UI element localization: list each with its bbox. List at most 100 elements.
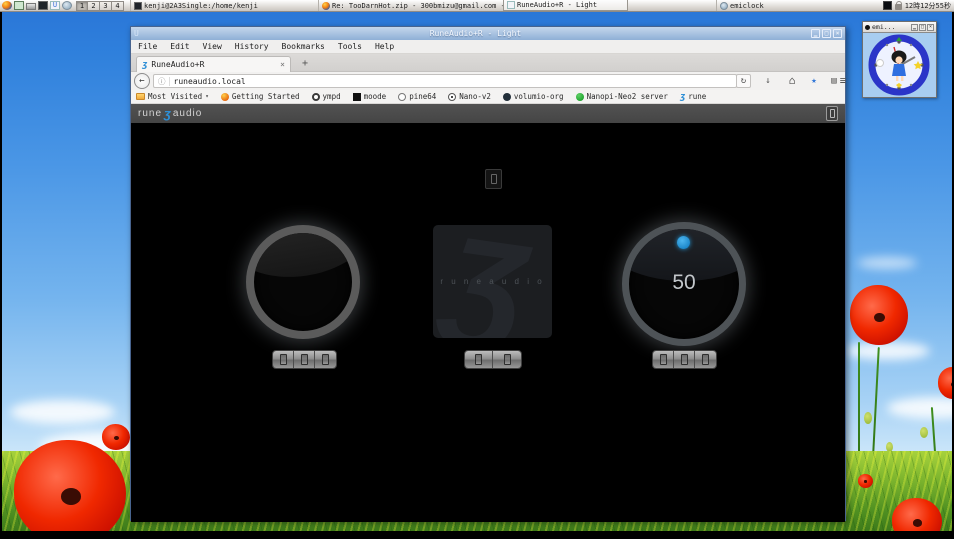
next-button[interactable] [493,351,521,368]
terminal-launcher-icon[interactable] [38,1,48,10]
next-icon [504,354,511,365]
volume-down-button[interactable] [653,351,674,368]
menu-file[interactable]: File [138,42,157,51]
cloud [857,257,917,269]
brand-audio: audio [173,108,202,119]
images-launcher-icon[interactable] [14,1,24,10]
folder-icon [136,93,145,100]
close-button[interactable]: × [833,29,842,38]
seek-knob[interactable] [246,225,360,339]
menu-bar: File Edit View History Bookmarks Tools H… [131,40,845,54]
workspace-1[interactable]: 1 [76,1,88,11]
pine64-icon [398,93,406,101]
knob-gloss [246,225,360,287]
system-tray: 12時12分55秒 [883,1,954,11]
url-bar[interactable]: ⓘ runeaudio.local [153,74,737,88]
mute-button[interactable] [674,351,695,368]
mute-icon [681,354,688,365]
volume-down-icon [660,354,667,365]
poppy-bud [864,412,872,424]
repeat-button[interactable] [273,351,294,368]
task-runeaudio[interactable]: RuneAudio+R - Light [503,0,628,11]
top-toggle-button[interactable] [485,169,502,189]
download-icon[interactable]: ↓ [759,74,777,88]
screen: U 1 2 3 4 kenji@2A3Single:/home/kenji Re… [0,0,954,539]
bookmark-moode[interactable]: moode [353,92,387,101]
url-text[interactable]: runeaudio.local [174,77,246,86]
menu-edit[interactable]: Edit [170,42,189,51]
emiclock-title: emi... [872,23,895,31]
emiclock-titlebar[interactable]: emi... ▁ □ × [863,22,936,33]
album-art[interactable]: ʒ r u n e a u d i o [433,225,552,338]
previous-button[interactable] [465,351,493,368]
task-emiclock[interactable]: emiclock [716,0,802,11]
bookmark-rune[interactable]: ʒ rune [680,92,706,101]
back-button[interactable]: ← [134,73,150,89]
playback-mode-buttons [272,350,337,369]
workspace-4[interactable]: 4 [112,1,124,11]
new-tab-button[interactable]: + [297,57,313,71]
previous-icon [475,354,482,365]
bookmark-most-visited[interactable]: Most Visited ▾ [136,92,209,101]
moode-icon [353,93,361,101]
menu-view[interactable]: View [203,42,222,51]
bookmark-star-icon[interactable]: ★ [805,74,823,88]
tray-app-icon[interactable] [883,1,892,10]
globe-launcher-icon[interactable] [62,1,72,10]
bookmark-nanopi-neo2[interactable]: Nanopi-Neo2 server [576,92,668,101]
menu-history[interactable]: History [235,42,269,51]
track-buttons [464,350,522,369]
bookmark-getting-started[interactable]: Getting Started [221,92,300,101]
poppy-bud [920,427,928,438]
hamburger-menu-icon[interactable]: ≡ [834,74,852,88]
home-icon[interactable]: ⌂ [783,74,801,88]
volume-up-icon [702,354,709,365]
browser-launcher-icon[interactable]: U [50,1,60,10]
close-button[interactable]: × [927,24,934,31]
firefox-launcher-icon[interactable] [2,1,12,10]
volume-knob[interactable]: 50 [622,222,746,346]
window-icon: U [134,29,142,38]
menu-tools[interactable]: Tools [338,42,362,51]
site-info-icon[interactable]: ⓘ [154,76,169,87]
workspace-2[interactable]: 2 [88,1,100,11]
single-button[interactable] [315,351,336,368]
maximize-button[interactable]: □ [919,24,926,31]
browser-icon [507,1,515,9]
tab-bar: ʒ RuneAudio+R × + [131,54,845,72]
task-gmail[interactable]: Re: TooDarnHot.zip - 300bmizu@gmail.com … [318,0,503,11]
minimizer-launcher-icon[interactable] [26,3,36,10]
tab-runeaudio[interactable]: ʒ RuneAudio+R × [136,56,291,72]
bookmark-label: Nanopi-Neo2 server [587,92,668,101]
minimize-button[interactable]: ▁ [811,29,820,38]
bookmark-label: moode [364,92,387,101]
tab-close-icon[interactable]: × [280,60,285,69]
volume-up-button[interactable] [695,351,716,368]
bookmark-pine64[interactable]: pine64 [398,92,436,101]
ympd-icon [312,93,320,101]
bookmark-nano-v2[interactable]: Nano-v2 [448,92,491,101]
minimize-button[interactable]: ▁ [911,24,918,31]
random-button[interactable] [294,351,315,368]
volume-buttons [652,350,717,369]
taskbar: U 1 2 3 4 kenji@2A3Single:/home/kenji Re… [0,0,954,12]
poppy-flower [938,367,952,399]
rune-logo-icon: ʒ [164,106,171,121]
bookmark-ympd[interactable]: ympd [312,92,341,101]
random-icon [301,354,308,365]
terminal-icon [134,2,142,10]
maximize-button[interactable]: □ [822,29,831,38]
browser-titlebar[interactable]: U RuneAudio+R - Light ▁ □ × [131,27,845,40]
bookmark-label: volumio-org [514,92,564,101]
menu-help[interactable]: Help [375,42,394,51]
poppy-flower [858,474,873,488]
bookmark-volumio[interactable]: volumio-org [503,92,564,101]
header-menu-button[interactable] [826,106,838,121]
task-terminal[interactable]: kenji@2A3Single:/home/kenji [130,0,318,11]
cloud [887,397,952,419]
emiclock-window-icon [865,25,870,30]
reload-button[interactable]: ↻ [736,74,751,88]
workspace-3[interactable]: 3 [100,1,112,11]
menu-bookmarks[interactable]: Bookmarks [282,42,325,51]
window-title: RuneAudio+R - Light [142,29,809,38]
